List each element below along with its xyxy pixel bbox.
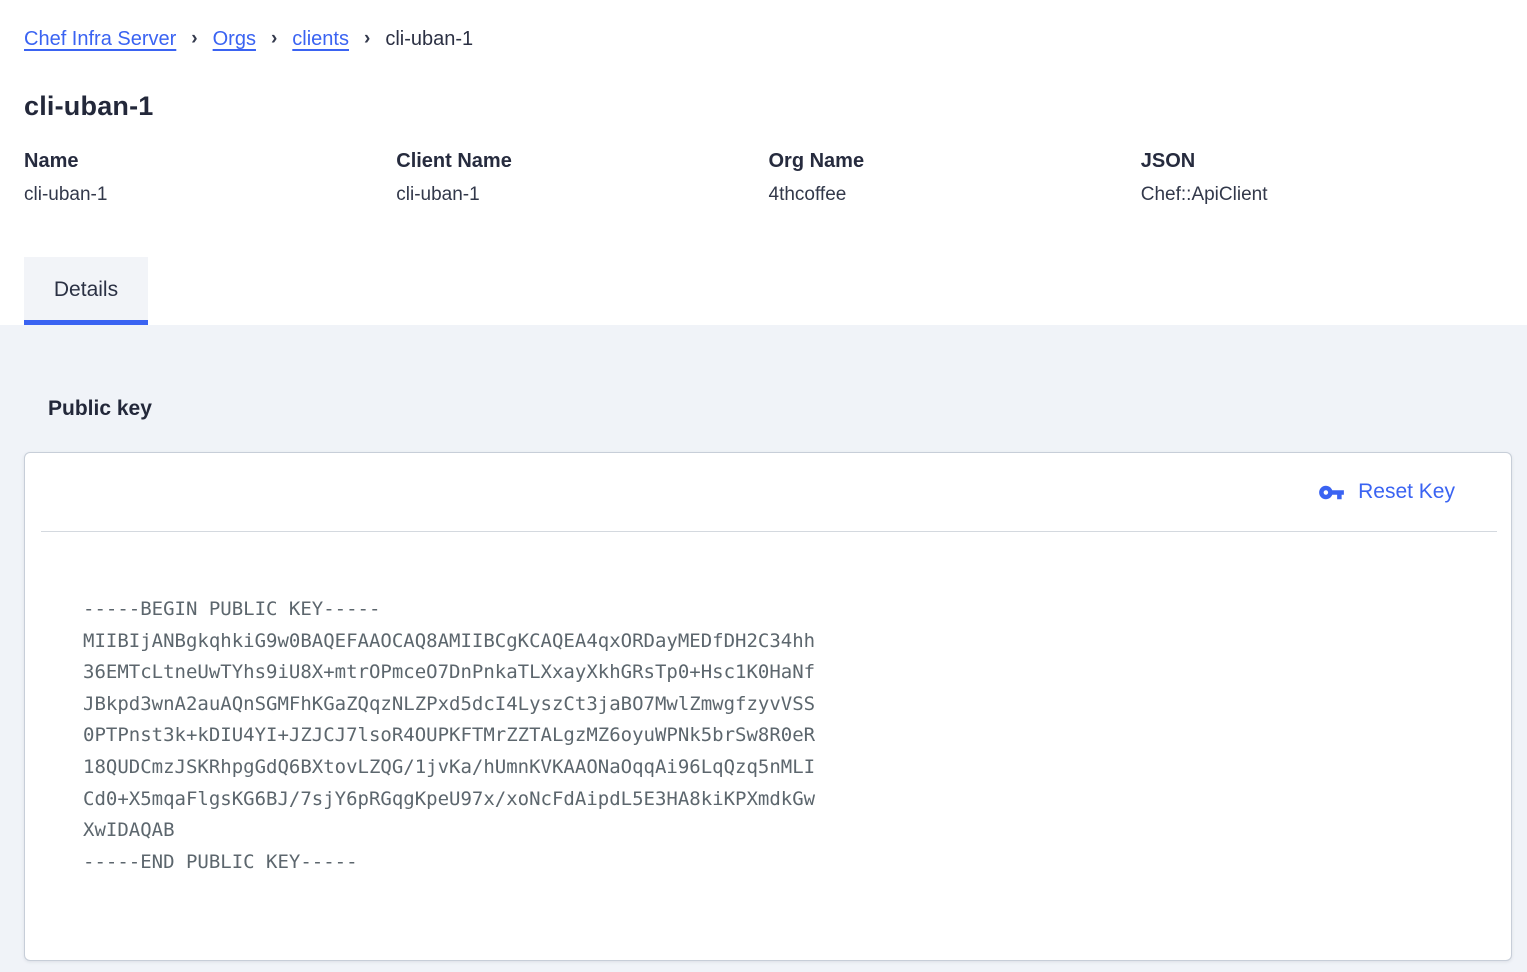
public-key-section-title: Public key <box>0 325 1527 421</box>
chevron-right-icon: › <box>364 28 370 50</box>
tab-bar: Details <box>0 257 1527 325</box>
info-value-json: Chef::ApiClient <box>1141 184 1513 206</box>
info-col-org-name: Org Name 4thcoffee <box>769 150 1141 206</box>
public-key-text: -----BEGIN PUBLIC KEY----- MIIBIjANBgkqh… <box>83 594 1511 878</box>
info-col-name: Name cli-uban-1 <box>24 150 396 206</box>
key-icon <box>1318 479 1345 506</box>
public-key-card-header: Reset Key <box>25 453 1511 531</box>
info-value-org-name: 4thcoffee <box>769 184 1141 206</box>
info-col-json: JSON Chef::ApiClient <box>1141 150 1513 206</box>
page-title: cli-uban-1 <box>24 91 1527 122</box>
breadcrumb-link-clients[interactable]: clients <box>292 28 349 51</box>
info-label-name: Name <box>24 150 396 173</box>
breadcrumb-link-orgs[interactable]: Orgs <box>213 28 256 51</box>
reset-key-button[interactable]: Reset Key <box>1318 479 1455 506</box>
breadcrumb-current-client: cli-uban-1 <box>385 28 473 51</box>
chevron-right-icon: › <box>191 28 197 50</box>
info-label-org-name: Org Name <box>769 150 1141 173</box>
card-divider <box>41 531 1497 532</box>
info-col-client-name: Client Name cli-uban-1 <box>396 150 768 206</box>
chevron-right-icon: › <box>271 28 277 50</box>
info-label-client-name: Client Name <box>396 150 768 173</box>
page: Chef Infra Server › Orgs › clients › cli… <box>0 0 1527 972</box>
details-panel: Public key Reset Key -----BEGIN PUBLIC K… <box>0 325 1527 972</box>
breadcrumb: Chef Infra Server › Orgs › clients › cli… <box>0 0 1527 51</box>
tab-details[interactable]: Details <box>24 257 148 325</box>
info-value-name: cli-uban-1 <box>24 184 396 206</box>
public-key-card: Reset Key -----BEGIN PUBLIC KEY----- MII… <box>24 452 1512 961</box>
breadcrumb-link-chef-infra-server[interactable]: Chef Infra Server <box>24 28 176 51</box>
client-info-grid: Name cli-uban-1 Client Name cli-uban-1 O… <box>24 150 1513 206</box>
reset-key-label: Reset Key <box>1358 480 1455 504</box>
info-value-client-name: cli-uban-1 <box>396 184 768 206</box>
info-label-json: JSON <box>1141 150 1513 173</box>
